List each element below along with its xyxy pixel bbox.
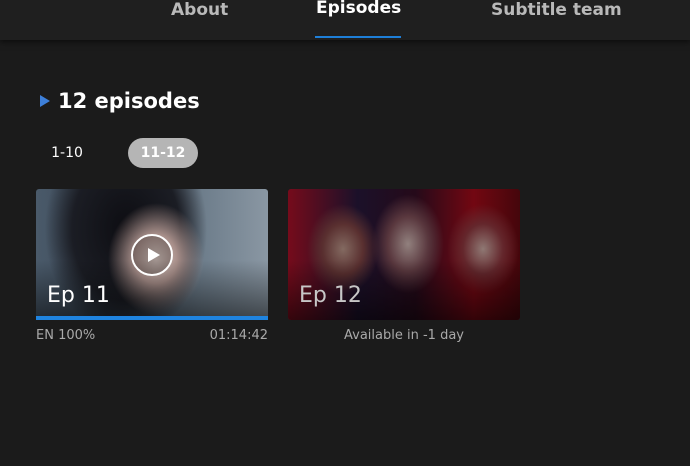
play-triangle xyxy=(147,248,160,262)
range-button-1-10[interactable]: 1-10 xyxy=(38,138,96,168)
tab-episodes[interactable]: Episodes xyxy=(316,0,401,38)
top-navigation: About Episodes Subtitle team xyxy=(0,0,690,40)
play-icon[interactable] xyxy=(131,234,173,276)
episode-card-12[interactable]: Ep 12 xyxy=(288,189,520,320)
availability-text: Available in -1 day xyxy=(344,328,464,343)
episode-label: Ep 11 xyxy=(47,283,110,308)
tab-subtitle-team[interactable]: Subtitle team xyxy=(491,0,622,40)
episodes-heading: 12 episodes xyxy=(40,88,200,114)
active-tab-indicator xyxy=(315,36,401,38)
episode-label: Ep 12 xyxy=(299,283,362,308)
watch-progress-bar xyxy=(36,316,268,320)
range-button-11-12[interactable]: 11-12 xyxy=(128,138,198,168)
episode-duration: 01:14:42 xyxy=(209,328,268,343)
tab-about[interactable]: About xyxy=(171,0,228,40)
episodes-count-title: 12 episodes xyxy=(58,89,200,113)
subtitle-language-status: EN 100% xyxy=(36,328,96,343)
watch-progress-fill xyxy=(36,316,268,320)
episode-card-11[interactable]: Ep 11 xyxy=(36,189,268,320)
play-triangle-icon xyxy=(40,95,50,107)
